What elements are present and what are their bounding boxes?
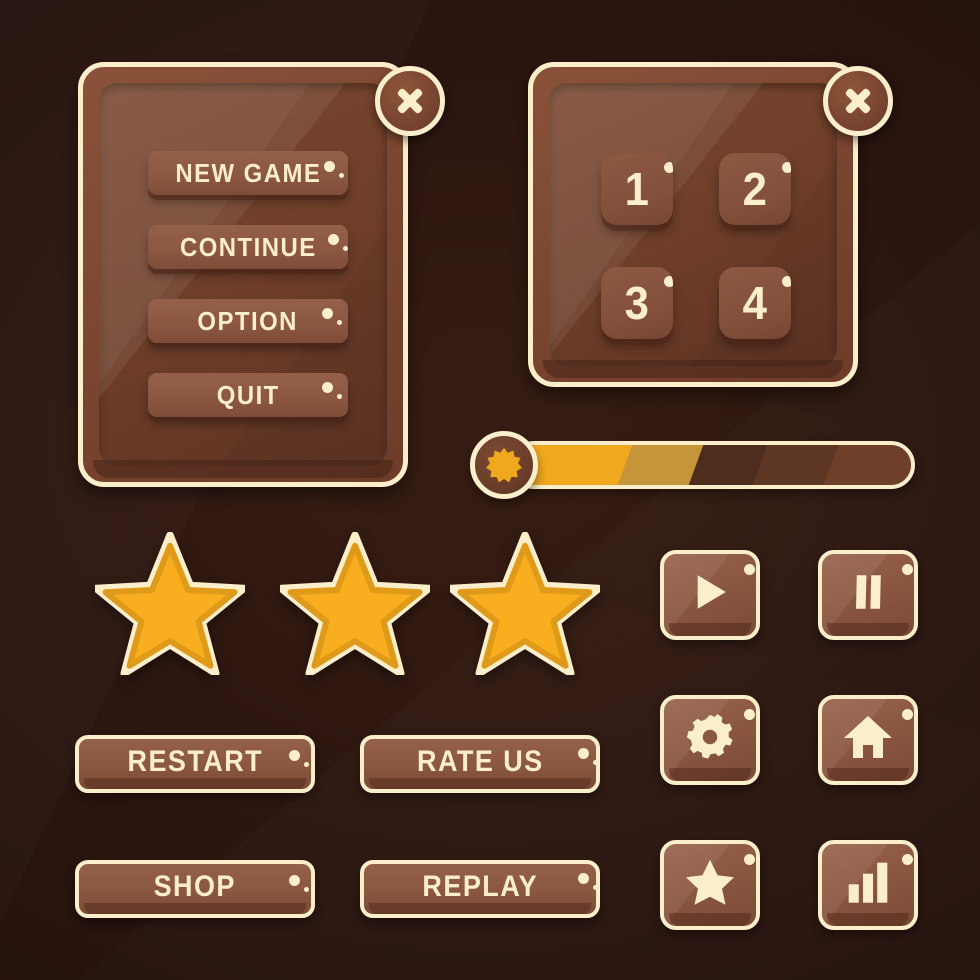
play-button[interactable] — [660, 550, 760, 640]
level-button-2[interactable]: 2 — [719, 153, 791, 225]
wide-button-label: RATE US — [416, 744, 544, 778]
favorites-button[interactable] — [660, 840, 760, 930]
level-button-label: 4 — [742, 277, 768, 329]
gear-icon — [686, 713, 733, 759]
menu-button-quit[interactable]: QUIT — [148, 373, 348, 417]
replay-button[interactable]: REPLAY — [360, 860, 600, 918]
close-icon — [395, 86, 425, 116]
starburst-icon — [486, 447, 522, 483]
settings-button[interactable] — [660, 695, 760, 785]
pause-icon — [856, 575, 881, 609]
shop-button[interactable]: SHOP — [75, 860, 315, 918]
level-button-label: 1 — [624, 163, 650, 215]
level-button-label: 3 — [624, 277, 650, 329]
main-menu-panel: NEW GAME CONTINUE OPTION QUIT — [78, 62, 408, 487]
star-icon — [686, 859, 734, 905]
level-select-panel-inner — [549, 83, 837, 366]
restart-button[interactable]: RESTART — [75, 735, 315, 793]
stats-button[interactable] — [818, 840, 918, 930]
panel-bottom-lip — [93, 460, 393, 478]
menu-button-continue[interactable]: CONTINUE — [148, 225, 348, 269]
menu-button-label: QUIT — [216, 379, 280, 410]
wide-button-label: REPLAY — [422, 869, 538, 903]
bars-icon — [848, 862, 888, 903]
main-menu-close-button[interactable] — [375, 66, 445, 136]
menu-button-label: CONTINUE — [179, 231, 317, 262]
progress-bar-track[interactable] — [510, 441, 915, 489]
progress-bar[interactable] — [470, 425, 915, 505]
ui-kit-canvas: NEW GAME CONTINUE OPTION QUIT 1 2 3 4 RE… — [0, 0, 980, 980]
panel-bottom-lip — [543, 360, 843, 378]
rating-star-3 — [450, 532, 600, 675]
menu-button-new-game[interactable]: NEW GAME — [148, 151, 348, 195]
menu-button-label: NEW GAME — [175, 157, 321, 188]
rating-star-1 — [95, 532, 245, 675]
home-button[interactable] — [818, 695, 918, 785]
home-icon — [844, 716, 892, 758]
level-button-4[interactable]: 4 — [719, 267, 791, 339]
pause-button[interactable] — [818, 550, 918, 640]
close-icon — [843, 86, 873, 116]
play-icon — [697, 575, 726, 609]
wide-button-label: RESTART — [127, 744, 263, 778]
panel-sheen — [549, 83, 837, 366]
level-button-1[interactable]: 1 — [601, 153, 673, 225]
level-button-3[interactable]: 3 — [601, 267, 673, 339]
progress-bar-badge[interactable] — [470, 431, 538, 499]
level-select-close-button[interactable] — [823, 66, 893, 136]
wide-button-label: SHOP — [153, 869, 237, 903]
rate-us-button[interactable]: RATE US — [360, 735, 600, 793]
level-button-label: 2 — [742, 163, 768, 215]
rating-star-2 — [280, 532, 430, 675]
menu-button-label: OPTION — [197, 305, 299, 336]
level-select-panel: 1 2 3 4 — [528, 62, 858, 387]
menu-button-option[interactable]: OPTION — [148, 299, 348, 343]
